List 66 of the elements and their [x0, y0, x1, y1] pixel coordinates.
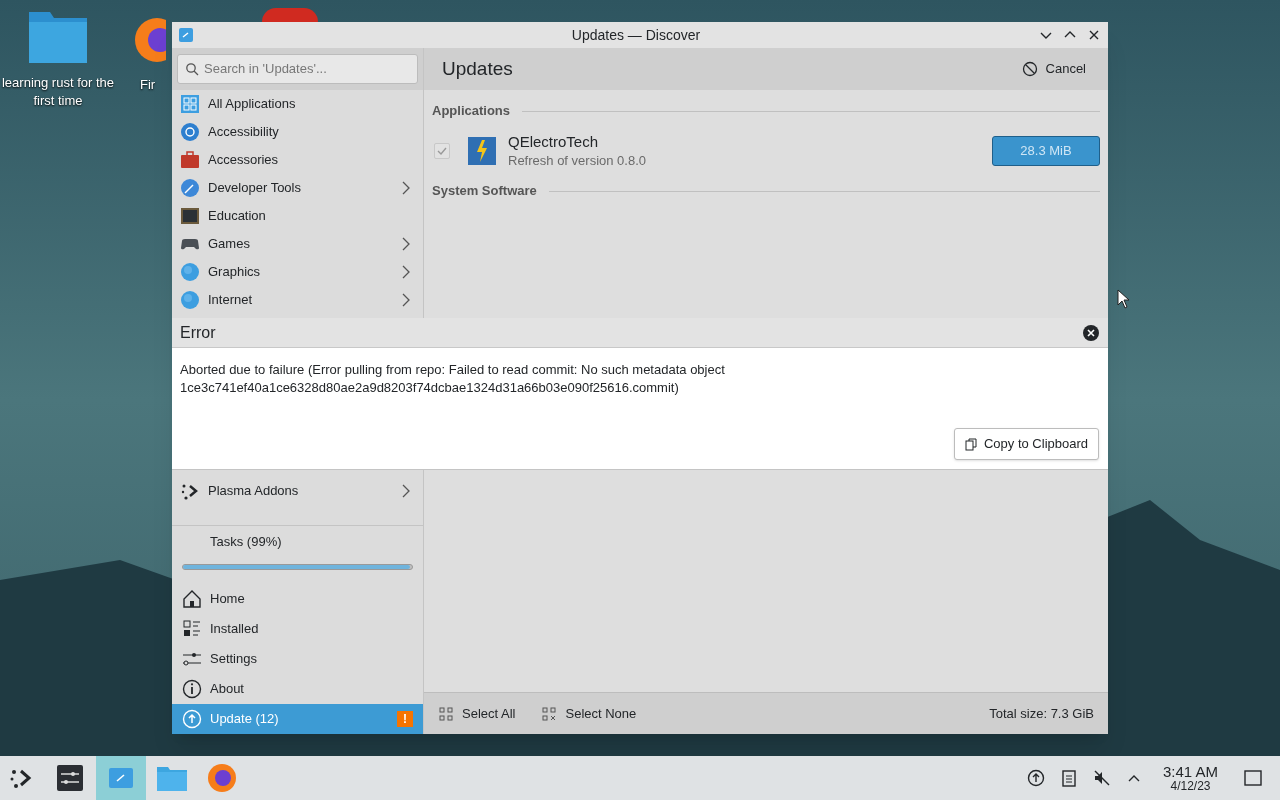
- category-item[interactable]: Accessibility: [172, 117, 423, 146]
- globe-icon: [180, 289, 200, 310]
- settings-app-icon[interactable]: [56, 764, 84, 792]
- show-desktop-icon[interactable]: [1244, 769, 1262, 787]
- info-icon: [182, 679, 202, 699]
- nav-item[interactable]: Settings: [172, 644, 423, 674]
- clock[interactable]: 3:41 AM 4/12/23: [1162, 764, 1218, 792]
- chalkboard-icon: [180, 205, 200, 226]
- copy-button[interactable]: Copy to Clipboard: [953, 428, 1099, 460]
- desktop-icon-label[interactable]: learning rust for the first time: [0, 74, 116, 110]
- chevron-right-icon: [401, 180, 411, 195]
- app-name: QElectroTech: [508, 132, 600, 152]
- update-icon: [182, 709, 202, 729]
- chevron-right-icon: [401, 484, 411, 498]
- muted-speaker-icon[interactable]: [1092, 769, 1111, 787]
- update-icon[interactable]: [1026, 769, 1045, 787]
- dialog-title: Error: [180, 322, 216, 343]
- page-title: Updates: [442, 56, 513, 81]
- chevron-right-icon: [401, 236, 411, 251]
- category-item[interactable]: Internet: [172, 285, 423, 314]
- all-apps-icon: [180, 93, 200, 114]
- category-item[interactable]: All Applications: [172, 89, 423, 118]
- category-item[interactable]: Games: [172, 229, 423, 258]
- nav-item[interactable]: Installed: [172, 614, 423, 644]
- close-icon[interactable]: [1082, 323, 1100, 342]
- select-none-icon: [541, 705, 558, 722]
- clipboard-icon[interactable]: [1060, 769, 1077, 787]
- error-message: Aborted due to failure (Error pulling from repo: Failed to read commit: No such metadata object 1ce3c741ef40a1ce6328d80ae2a9d8203f74dcbae1324d31a66b03e090f25616.commit): [179, 361, 726, 397]
- home-icon: [182, 589, 202, 609]
- tasks-label: Tasks (99%): [209, 533, 283, 551]
- toolbox-icon: [180, 149, 200, 170]
- search-icon: [185, 61, 199, 76]
- section-heading: System Software: [432, 182, 537, 201]
- lightning-icon: [468, 137, 496, 165]
- nav-item[interactable]: About: [172, 674, 423, 704]
- app-icon: [178, 27, 194, 43]
- checkbox[interactable]: [434, 143, 450, 159]
- accessibility-icon: [180, 121, 200, 142]
- nav-item[interactable]: Home: [172, 584, 423, 614]
- folder-icon[interactable]: [28, 10, 88, 64]
- globe-icon: [180, 261, 200, 282]
- chevron-right-icon: [401, 264, 411, 279]
- app-icon: [108, 765, 134, 791]
- cancel-icon: [1021, 61, 1038, 77]
- list-icon: [182, 619, 202, 639]
- app-description: Refresh of version 0.8.0: [508, 152, 647, 170]
- mouse-cursor-icon: [1117, 289, 1129, 309]
- window-title: Updates — Discover: [571, 25, 701, 45]
- check-icon: [437, 146, 447, 156]
- category-item[interactable]: Developer Tools: [172, 173, 423, 202]
- section-heading: Applications: [432, 102, 510, 121]
- browser-icon[interactable]: [206, 762, 238, 794]
- chevron-right-icon: [401, 292, 411, 307]
- search-field[interactable]: Search in 'Updates'...: [177, 53, 418, 84]
- select-all-button[interactable]: Select All: [438, 703, 516, 724]
- select-none-button[interactable]: Select None: [541, 703, 637, 724]
- copy-icon: [964, 437, 978, 451]
- category-item[interactable]: Education: [172, 201, 423, 230]
- category-item[interactable]: Plasma Addons: [172, 477, 423, 505]
- category-item[interactable]: Accessories: [172, 145, 423, 174]
- cancel-button[interactable]: Cancel: [1017, 59, 1090, 79]
- select-all-icon: [438, 705, 454, 722]
- warning-badge: !: [397, 711, 413, 727]
- total-size: Total size: 7.3 GiB: [989, 704, 1094, 723]
- desktop-icon-label[interactable]: Fir: [132, 76, 156, 94]
- category-item[interactable]: Graphics: [172, 257, 423, 286]
